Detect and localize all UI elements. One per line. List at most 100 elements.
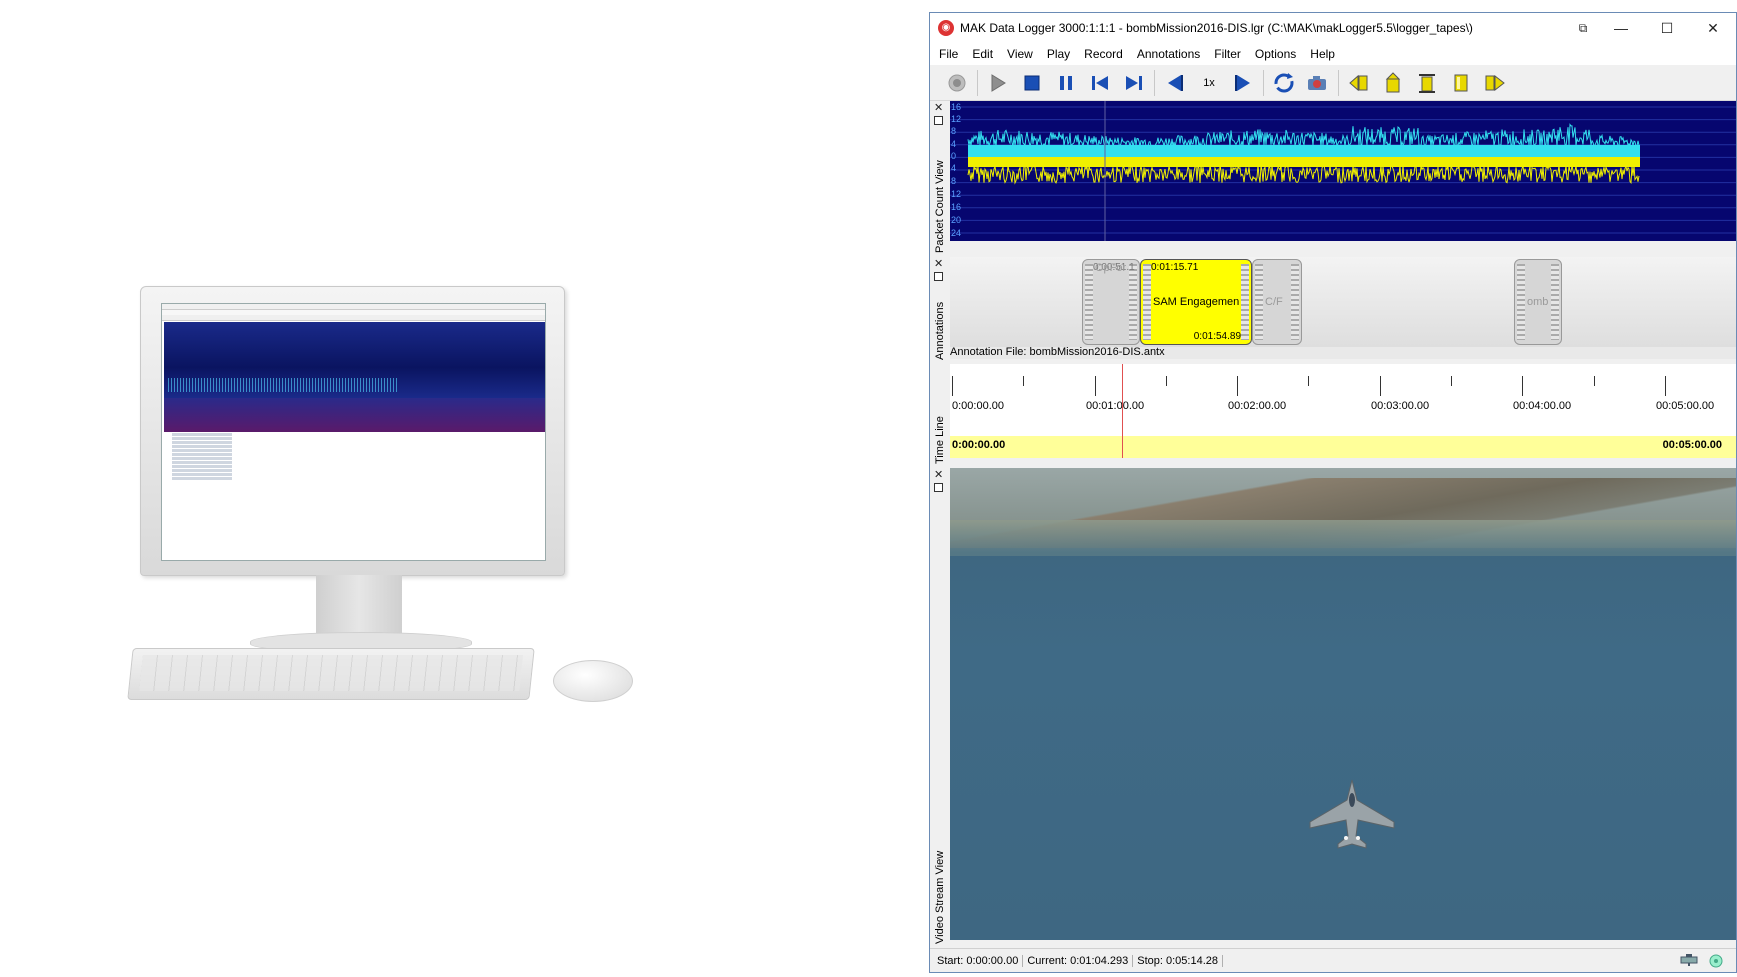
annotation-text: OpFor R... [1095, 262, 1127, 274]
annotation-edit-button[interactable] [1444, 68, 1478, 98]
timeline-range-bar[interactable]: 0:00:00.00 00:05:00.00 [950, 436, 1736, 458]
annotation-lane[interactable] [950, 257, 1736, 347]
packet-count-graph [950, 101, 1736, 241]
inbound-packets-series [967, 123, 1640, 149]
timeline-tick [1594, 376, 1595, 386]
video-shoreline [950, 520, 1736, 556]
skip-start-button[interactable] [1083, 68, 1117, 98]
restore-down-small-button[interactable]: ⧉ [1568, 13, 1598, 43]
menu-play[interactable]: Play [1040, 43, 1077, 65]
camera-button[interactable] [1301, 68, 1335, 98]
timeline-label: Time Line [934, 416, 946, 464]
loop-icon [1274, 72, 1294, 92]
menu-record[interactable]: Record [1077, 43, 1130, 65]
annotation-edit-icon [1454, 74, 1468, 91]
timeline-tick-label: 00:05:00.00 [1656, 400, 1715, 412]
menu-file[interactable]: File [932, 43, 965, 65]
annotation-cf[interactable]: C/F [1252, 259, 1302, 345]
menu-bar: File Edit View Play Record Annotations F… [930, 43, 1736, 65]
annotation-list-button[interactable] [1410, 68, 1444, 98]
annotation-opfor[interactable]: 0:00:51.1 OpFor R... [1082, 259, 1140, 345]
timeline-tick-label: 00:04:00.00 [1513, 400, 1572, 412]
menu-annotations[interactable]: Annotations [1130, 43, 1207, 65]
dock-panel-icon[interactable] [934, 483, 943, 492]
timeline-view[interactable]: 0:00:00.00 00:01:00.00 00:02:00.00 00:03… [950, 364, 1736, 458]
dock-panel-icon[interactable] [934, 116, 943, 125]
computer-illustration [0, 0, 820, 977]
status-bar: Start: 0:00:00.00 Current: 0:01:04.293 S… [930, 948, 1736, 972]
loop-button[interactable] [1267, 68, 1301, 98]
annotation-bomb[interactable]: omb F... [1514, 259, 1562, 345]
y-axis-label: 8 [951, 126, 957, 136]
record-button[interactable] [940, 68, 974, 98]
dock-panel-icon[interactable] [934, 272, 943, 281]
speed-up-button[interactable] [1226, 68, 1260, 98]
annotation-end-time: 0:01:54.89 [1193, 331, 1241, 342]
video-stream-view[interactable] [950, 468, 1736, 940]
y-axis-label: 16 [951, 202, 962, 212]
packet-count-label: Packet Count View [934, 160, 946, 253]
keyboard-image [127, 648, 535, 700]
timeline-tick [952, 376, 953, 396]
annotations-label: Annotations [934, 301, 946, 360]
menu-options[interactable]: Options [1248, 43, 1303, 65]
close-panel-icon[interactable]: ✕ [934, 470, 943, 481]
annotation-file-label: Annotation File: bombMission2016-DIS.ant… [950, 346, 1165, 358]
y-axis-label: 16 [951, 102, 962, 112]
y-axis-label: 4 [951, 163, 957, 173]
stop-button[interactable] [1015, 68, 1049, 98]
timeline-tick [1308, 376, 1309, 386]
timeline-playhead[interactable] [1122, 364, 1123, 458]
pause-icon [1060, 75, 1072, 90]
app-logo-icon: ◉ [938, 20, 954, 36]
monitor-image [140, 286, 565, 576]
timeline-tick [1237, 376, 1238, 396]
timeline-tick [1665, 376, 1666, 396]
monitor-screen [161, 303, 546, 561]
timeline-tick-label: 0:00:00.00 [952, 400, 1004, 412]
packet-count-rail: ✕ Packet Count View [930, 101, 950, 257]
record-icon [948, 74, 966, 91]
skip-end-icon [1126, 75, 1142, 90]
close-panel-icon[interactable]: ✕ [934, 259, 943, 270]
pause-button[interactable] [1049, 68, 1083, 98]
stop-icon [1024, 75, 1040, 90]
packet-count-view[interactable]: 16 12 8 4 0 4 8 12 16 20 24 [950, 101, 1736, 241]
y-axis-label: 20 [951, 215, 962, 225]
status-start: Start: 0:00:00.00 [933, 954, 1024, 967]
slow-down-icon [1168, 74, 1183, 91]
play-button[interactable] [981, 68, 1015, 98]
annotation-text: omb F... [1527, 296, 1549, 308]
minimize-button[interactable]: — [1598, 13, 1644, 43]
annotation-add-button[interactable] [1376, 68, 1410, 98]
timeline-tick [1095, 376, 1096, 396]
window-title: MAK Data Logger 3000:1:1:1 - bombMission… [960, 21, 1473, 35]
menu-view[interactable]: View [1000, 43, 1040, 65]
close-panel-icon[interactable]: ✕ [934, 103, 943, 114]
connection-icon[interactable] [1708, 953, 1724, 969]
maximize-button[interactable]: ☐ [1644, 13, 1690, 43]
y-axis-label: 0 [951, 151, 957, 161]
annotation-list-icon [1419, 73, 1435, 93]
toolbar: 1x [930, 65, 1736, 101]
status-stop: Stop: 0:05:14.28 [1133, 954, 1223, 967]
range-end-label: 00:05:00.00 [1662, 439, 1722, 451]
menu-help[interactable]: Help [1303, 43, 1342, 65]
annotation-sam-engagement[interactable]: 0:01:15.71 SAM Engagement 0:01:54.89 [1140, 259, 1252, 345]
skip-end-button[interactable] [1117, 68, 1151, 98]
annotation-prev-button[interactable] [1342, 68, 1376, 98]
menu-edit[interactable]: Edit [965, 43, 1000, 65]
slow-down-button[interactable] [1158, 68, 1192, 98]
menu-filter[interactable]: Filter [1207, 43, 1248, 65]
close-button[interactable]: ✕ [1690, 13, 1736, 43]
mouse-image [553, 660, 633, 702]
network-icon[interactable] [1680, 953, 1698, 967]
inbound-band [968, 145, 1640, 157]
annotation-next-button[interactable] [1478, 68, 1512, 98]
camera-icon [1308, 75, 1326, 90]
timeline-tick-label: 00:02:00.00 [1228, 400, 1287, 412]
video-stream-label: Video Stream View [934, 850, 946, 944]
title-bar: ◉ MAK Data Logger 3000:1:1:1 - bombMissi… [930, 13, 1736, 43]
annotation-next-icon [1485, 74, 1505, 91]
timeline-tick [1522, 376, 1523, 396]
